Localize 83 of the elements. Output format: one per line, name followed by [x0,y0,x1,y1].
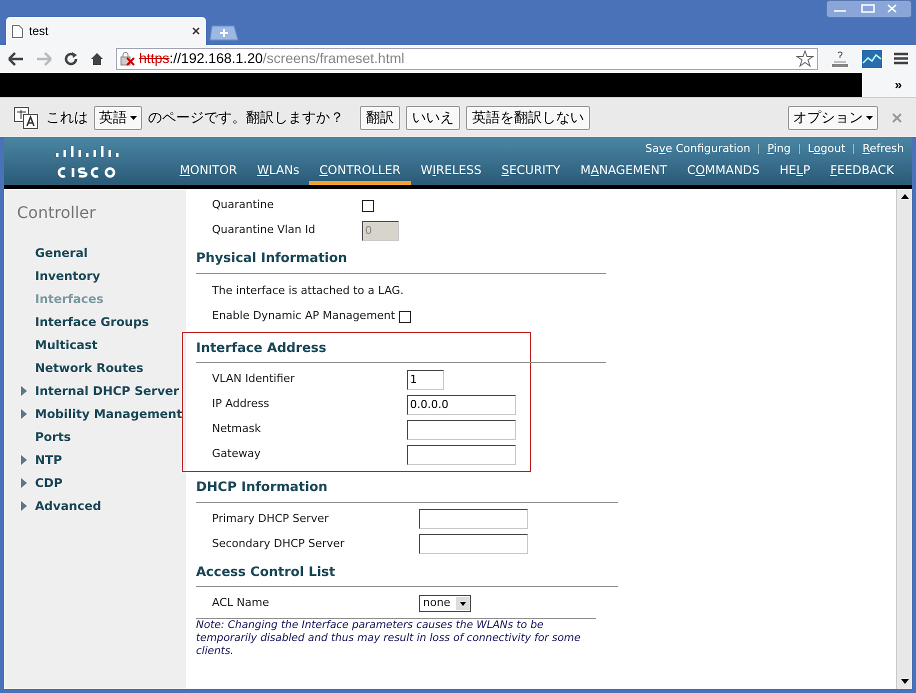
header-link[interactable]: Ping [767,140,791,158]
sidebar-link[interactable]: Advanced [21,498,102,513]
text-field[interactable] [407,444,516,464]
menu-icon[interactable] [894,52,908,65]
extension-icon[interactable] [830,50,850,68]
field-label: Netmask [212,421,262,438]
field-label: Enable Dynamic AP Management [212,308,396,324]
field-label: IP Address [212,396,270,412]
nav-tab[interactable]: MONITOR [170,161,248,185]
sidebar-link[interactable]: Internal DHCP Server [21,383,180,398]
section-heading: DHCP Information [196,478,618,502]
caret-icon [130,116,137,120]
window-controls-icon[interactable] [826,0,912,18]
nav-tab[interactable]: FEEDBACK [820,161,904,185]
field-label: Secondary DHCP Server [212,536,346,552]
expand-arrow-icon [21,454,27,464]
field-label: Primary DHCP Server [212,510,330,527]
expand-arrow-icon [21,478,27,488]
nav-tab[interactable]: WLANs [247,161,310,185]
text-field[interactable]: 1 [407,370,444,390]
star-icon[interactable] [796,50,814,67]
url-text: https://192.168.1.20/screens/frameset.html [139,49,406,68]
nav-tab[interactable]: SECURITY [491,161,570,185]
nav-tab[interactable]: COMMANDS [677,161,770,185]
expand-arrow-icon [21,500,27,510]
scrollbar[interactable] [896,189,912,689]
translate-icon [14,106,40,128]
language-dropdown[interactable]: 英語 [94,106,142,130]
expand-arrow-icon [21,386,27,396]
chart-extension-icon[interactable] [862,50,882,68]
text-field[interactable] [419,534,528,554]
info-text: The interface is attached to a LAG. [212,283,404,300]
section-heading: Access Control List [196,562,618,587]
insecure-lock-icon [120,52,136,66]
sidebar-link[interactable]: NTP [21,452,62,467]
field-label: Gateway [212,446,262,462]
field-label: ACL Name [212,595,270,612]
translate-prompt-text: これは [46,108,88,127]
field-label: VLAN Identifier [212,371,296,388]
browser-tab[interactable]: test [6,17,206,45]
close-icon[interactable] [192,27,200,35]
nav-tab[interactable]: CONTROLLER [309,161,411,185]
sidebar-link[interactable]: Network Routes [35,360,144,375]
tab-title: test [29,23,50,40]
field-label: Quarantine Vlan Id [212,222,316,238]
translate-prompt-text: のページです。翻訳しますか？ [148,108,344,127]
back-icon[interactable] [8,52,24,66]
sidebar-link[interactable]: Multicast [35,337,98,352]
nav-tab[interactable]: WIRELESS [410,161,492,185]
sidebar-link[interactable]: General [35,245,88,260]
sidebar-link[interactable]: Ports [35,429,71,444]
sidebar-title: Controller [16,202,97,224]
header-link[interactable]: Refresh [862,140,904,158]
header-link[interactable]: Save Configuration [645,140,750,158]
section-heading: Interface Address [196,338,606,363]
address-bar[interactable]: https://192.168.1.20/screens/frameset.html [116,48,818,70]
sidebar-link[interactable]: Inventory [35,268,100,283]
field-label: Quarantine [212,197,275,214]
translate-bar-button[interactable]: 翻訳 [360,106,400,130]
caret-icon [866,116,873,120]
section-heading: Physical Information [196,249,606,274]
sidebar-link[interactable]: Interface Groups [35,314,149,329]
checkbox[interactable] [399,310,412,322]
page-icon [12,24,23,38]
text-field[interactable] [419,509,528,529]
options-dropdown[interactable]: オプション [788,106,878,130]
header-link[interactable]: Logout [808,140,846,158]
expand-arrow-icon [21,408,27,418]
checkbox[interactable] [362,200,374,212]
more-bookmarks[interactable]: » [894,74,902,94]
nav-tab[interactable]: MANAGEMENT [570,161,678,185]
new-tab-icon[interactable] [208,25,240,41]
sidebar-link[interactable]: Mobility Management [21,406,182,421]
translate-bar-button[interactable]: 英語を翻訳しない [466,106,590,130]
home-icon[interactable] [90,52,104,66]
translate-bar-button[interactable]: いいえ [406,106,460,130]
note-text: Note: Changing the Interface parameters causes the WLANs to be temporarily disabled and thus may result in loss of connectivity for some clients. [196,619,582,658]
text-field[interactable]: 0.0.0.0 [407,394,516,414]
acl-select[interactable]: none [419,595,472,612]
sidebar-link[interactable]: CDP [21,475,63,490]
reload-icon[interactable] [64,52,78,66]
text-field[interactable] [407,420,516,440]
nav-tab[interactable]: HELP [770,161,820,185]
